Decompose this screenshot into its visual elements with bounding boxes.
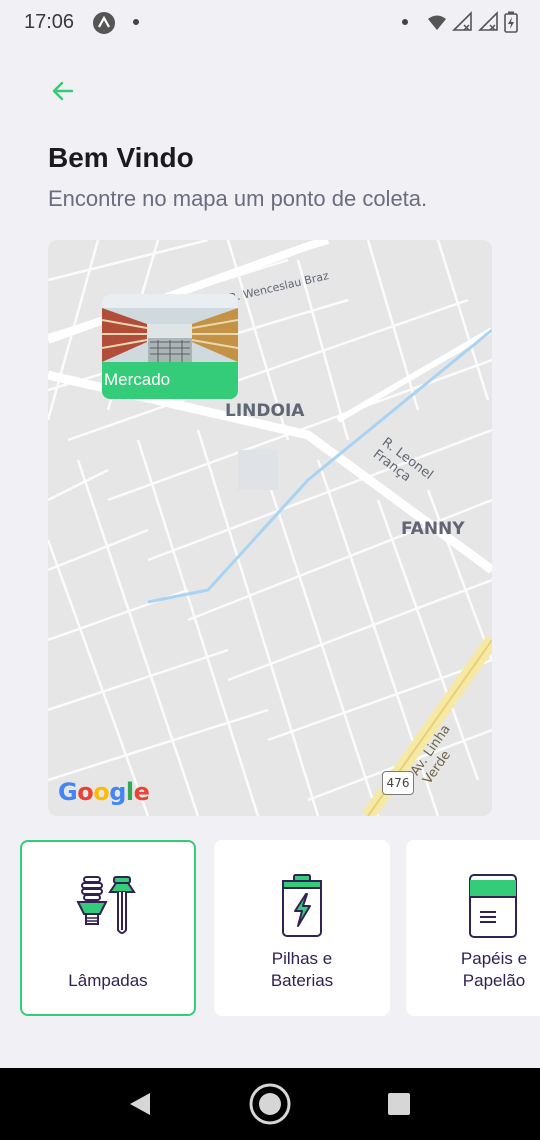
item-card-pilhas[interactable]: Pilhas e Baterias — [214, 840, 390, 1016]
paper-icon — [469, 874, 517, 938]
signal-icon-2 — [478, 11, 498, 31]
google-logo: Google — [58, 778, 150, 806]
navigation-bar — [0, 1068, 540, 1140]
notification-dot-icon — [133, 19, 139, 25]
nav-recents-icon[interactable] — [387, 1092, 411, 1116]
item-card-papeis[interactable]: Papéis e Papelão — [406, 840, 540, 1016]
page-title: Bem Vindo — [48, 142, 194, 173]
status-icons — [402, 11, 518, 33]
back-arrow-button[interactable] — [48, 76, 78, 106]
status-bar: 17:06 — [0, 0, 540, 46]
items-list: Lâmpadas Pilhas e Baterias Papéis e Pape… — [20, 840, 540, 1020]
app-notification-icon — [93, 12, 115, 34]
map-label-lindoia: LINDOIA — [225, 401, 305, 421]
map[interactable]: LINDOIA FANNY R. Wenceslau Braz R. Leone… — [48, 240, 492, 816]
item-title: Pilhas e Baterias — [270, 949, 334, 990]
dot-icon — [402, 19, 408, 25]
item-title: Lâmpadas — [68, 971, 148, 990]
map-label-fanny: FANNY — [401, 519, 465, 539]
nav-home-icon[interactable] — [248, 1082, 292, 1126]
signal-icon — [452, 11, 472, 31]
page-subtitle: Encontre no mapa um ponto de coleta. — [48, 186, 428, 211]
lamp-icon — [76, 876, 136, 934]
battery-item-icon — [282, 874, 322, 937]
marker-image — [102, 294, 238, 362]
map-marker-mercado[interactable]: Mercado — [102, 294, 238, 399]
status-time: 17:06 — [24, 11, 75, 33]
item-card-lampadas[interactable]: Lâmpadas — [20, 840, 196, 1016]
nav-back-icon[interactable] — [128, 1091, 152, 1117]
wifi-icon — [428, 15, 446, 30]
item-title: Papéis e Papelão — [460, 949, 528, 990]
marker-label: Mercado — [104, 370, 171, 389]
battery-icon — [504, 11, 518, 33]
route-shield: 476 — [382, 771, 414, 795]
